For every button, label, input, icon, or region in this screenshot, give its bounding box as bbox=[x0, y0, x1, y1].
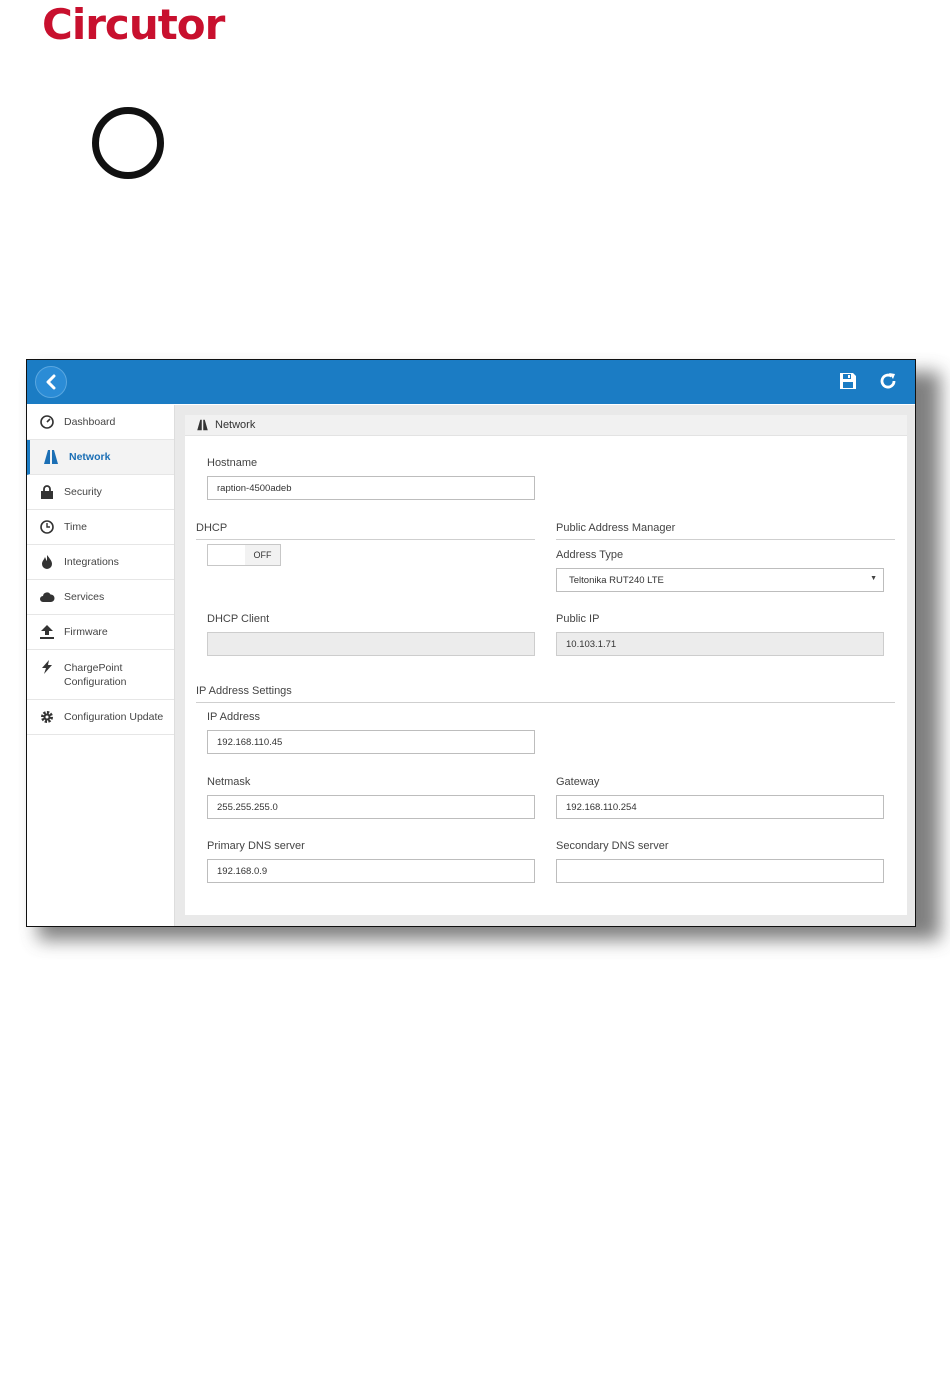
sidebar-item-label: Firmware bbox=[64, 626, 108, 638]
bolt-icon bbox=[42, 660, 52, 674]
circutor-logo: Circutor bbox=[42, 0, 225, 49]
sidebar-item-integrations[interactable]: Integrations bbox=[27, 545, 174, 580]
sidebar-item-dashboard[interactable]: Dashboard bbox=[27, 405, 174, 440]
network-panel: Network Hostname raption-4500adeb DHCP O… bbox=[185, 415, 907, 915]
panel-title: Network bbox=[215, 419, 256, 431]
gauge-icon bbox=[40, 415, 54, 429]
public-address-section-title: Public Address Manager bbox=[556, 522, 895, 540]
road-icon bbox=[197, 419, 208, 431]
sidebar-item-label: ChargePoint Configuration bbox=[64, 661, 127, 688]
ip-address-label: IP Address bbox=[207, 711, 260, 723]
save-button[interactable] bbox=[838, 371, 858, 391]
sidebar-item-label: Network bbox=[69, 451, 111, 463]
netmask-label: Netmask bbox=[207, 776, 251, 788]
sidebar-item-network[interactable]: Network bbox=[27, 440, 174, 475]
secondary-dns-label: Secondary DNS server bbox=[556, 840, 669, 852]
sidebar-item-label: Integrations bbox=[64, 556, 119, 568]
gateway-label: Gateway bbox=[556, 776, 600, 788]
dhcp-client-label: DHCP Client bbox=[207, 613, 270, 625]
panel-header: Network bbox=[185, 415, 907, 436]
sidebar-item-label: Dashboard bbox=[64, 416, 116, 428]
primary-dns-input[interactable]: 192.168.0.9 bbox=[207, 859, 535, 883]
main-content: Network Hostname raption-4500adeb DHCP O… bbox=[175, 405, 915, 926]
toggle-knob bbox=[208, 545, 246, 565]
sidebar-item-firmware[interactable]: Firmware bbox=[27, 615, 174, 650]
gear-icon bbox=[41, 711, 53, 723]
top-bar bbox=[27, 360, 915, 404]
refresh-button[interactable] bbox=[878, 371, 898, 391]
public-ip-label: Public IP bbox=[556, 613, 600, 625]
sidebar-item-security[interactable]: Security bbox=[27, 475, 174, 510]
upload-icon bbox=[40, 625, 54, 639]
step-circle-marker bbox=[92, 107, 164, 179]
address-type-select[interactable]: Teltonika RUT240 LTE ▼ bbox=[556, 568, 884, 592]
sidebar-item-configuration-update[interactable]: Configuration Update bbox=[27, 700, 174, 735]
fire-icon bbox=[42, 555, 52, 569]
road-icon bbox=[44, 450, 58, 464]
dhcp-toggle[interactable]: OFF bbox=[207, 544, 281, 566]
clock-icon bbox=[40, 520, 54, 534]
ip-settings-section-title: IP Address Settings bbox=[196, 685, 895, 703]
sidebar-item-label: Time bbox=[64, 521, 87, 533]
app-window: Dashboard Network Security Time Integrat… bbox=[26, 359, 916, 927]
address-type-value: Teltonika RUT240 LTE bbox=[569, 575, 664, 586]
public-ip-field: 10.103.1.71 bbox=[556, 632, 884, 656]
sidebar-item-chargepoint-configuration[interactable]: ChargePoint Configuration bbox=[27, 650, 174, 700]
sidebar-item-label: Security bbox=[64, 486, 102, 498]
netmask-input[interactable]: 255.255.255.0 bbox=[207, 795, 535, 819]
sidebar-item-label: Configuration Update bbox=[64, 711, 164, 723]
refresh-icon bbox=[880, 373, 896, 389]
primary-dns-label: Primary DNS server bbox=[207, 840, 305, 852]
toggle-state: OFF bbox=[245, 545, 280, 565]
dhcp-client-field bbox=[207, 632, 535, 656]
secondary-dns-input[interactable] bbox=[556, 859, 884, 883]
sidebar: Dashboard Network Security Time Integrat… bbox=[27, 405, 175, 926]
address-type-label: Address Type bbox=[556, 549, 624, 561]
ip-address-input[interactable]: 192.168.110.45 bbox=[207, 730, 535, 754]
chevron-left-icon bbox=[46, 374, 56, 390]
caret-down-icon: ▼ bbox=[870, 575, 877, 582]
sidebar-item-time[interactable]: Time bbox=[27, 510, 174, 545]
sidebar-item-services[interactable]: Services bbox=[27, 580, 174, 615]
cloud-icon bbox=[40, 592, 55, 602]
lock-icon bbox=[41, 485, 53, 499]
floppy-save-icon bbox=[840, 373, 856, 389]
hostname-input[interactable]: raption-4500adeb bbox=[207, 476, 535, 500]
sidebar-item-label: Services bbox=[64, 591, 105, 603]
gateway-input[interactable]: 192.168.110.254 bbox=[556, 795, 884, 819]
back-button[interactable] bbox=[35, 366, 67, 398]
hostname-label: Hostname bbox=[207, 457, 258, 469]
dhcp-section-title: DHCP bbox=[196, 522, 535, 540]
